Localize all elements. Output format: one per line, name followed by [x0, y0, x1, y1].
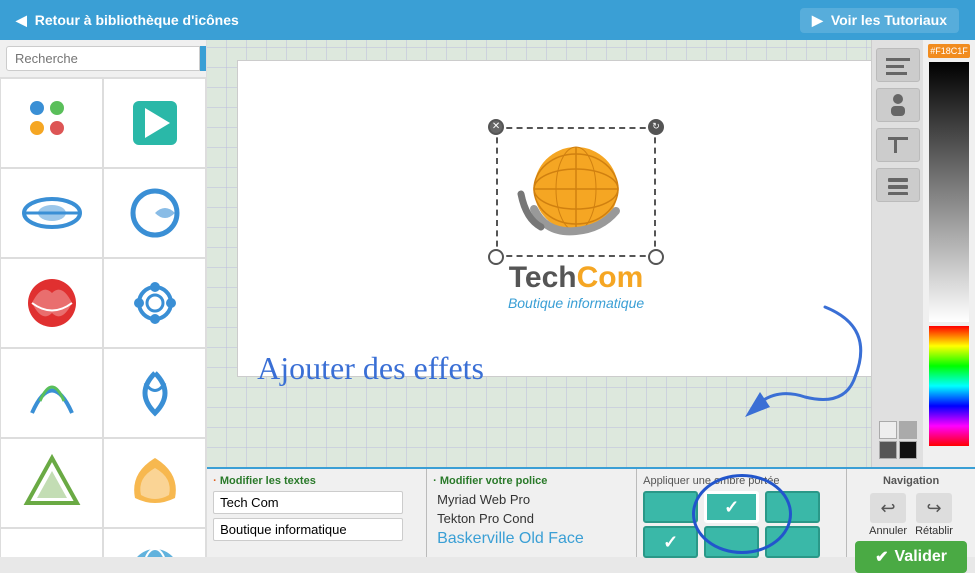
shadow-option-4[interactable] [643, 526, 698, 558]
list-item[interactable] [103, 78, 206, 168]
validate-label: Valider [895, 548, 947, 566]
color-hex-display[interactable]: #F18C1F [928, 44, 970, 58]
undo-label: Annuler [869, 525, 907, 537]
logo-text: Tech Com Boutique informatique [508, 261, 644, 311]
search-button[interactable]: 🔍 [200, 46, 207, 71]
list-item[interactable] [0, 258, 103, 348]
align-tool-button[interactable] [876, 48, 920, 82]
undo-button[interactable]: ↩ Annuler [869, 493, 907, 537]
text-boutique: Boutique informatique [508, 295, 644, 311]
text-tool-button[interactable] [876, 128, 920, 162]
icon-sidebar: 🔍 [0, 40, 207, 557]
main-layout: 🔍 [0, 40, 975, 557]
person-icon [886, 93, 910, 117]
list-item[interactable] [0, 168, 103, 258]
list-item[interactable] [0, 528, 103, 557]
font-section: · Modifier votre police Myriad Web Pro T… [427, 469, 637, 557]
edit-texts-label: Modifier les textes [220, 475, 316, 487]
shadow-option-5[interactable] [704, 526, 759, 558]
tools-panel [871, 40, 923, 467]
handle-br[interactable] [648, 249, 664, 265]
add-effects-label: Ajouter des effets [257, 350, 484, 387]
list-item[interactable] [103, 348, 206, 438]
back-label: Retour à bibliothèque d'icônes [35, 12, 239, 28]
center-panel: ✕ ↻ Tech Com Boutique informatique [207, 40, 975, 557]
layers-tool-button[interactable] [876, 168, 920, 202]
bottom-bar: · Modifier les textes · Modifier votre p… [207, 467, 975, 557]
list-item[interactable] [0, 438, 103, 528]
text-icon [886, 133, 910, 157]
tutorials-label: Voir les Tutoriaux [831, 12, 947, 28]
handle-rotate[interactable]: ↻ [648, 119, 664, 135]
shadow-option-1[interactable] [643, 491, 698, 523]
person-tool-button[interactable] [876, 88, 920, 122]
text-input-2[interactable] [213, 518, 403, 541]
shadow-title: Appliquer une ombre portée [643, 475, 840, 487]
validate-checkmark: ✔ [875, 547, 888, 567]
edit-texts-title: · Modifier les textes [213, 475, 420, 487]
text-input-1[interactable] [213, 491, 403, 514]
layers-icon [886, 175, 910, 195]
font-item-baskerville[interactable]: Baskerville Old Face [433, 529, 630, 549]
search-bar: 🔍 [0, 40, 206, 78]
handle-tl[interactable]: ✕ [488, 119, 504, 135]
undo-icon: ↩ [870, 493, 906, 523]
text-edit-section: · Modifier les textes [207, 469, 427, 557]
color-swatch-gray[interactable] [899, 421, 917, 439]
list-item[interactable] [103, 258, 206, 348]
selected-icon[interactable]: ✕ ↻ [496, 127, 656, 257]
logo-preview: ✕ ↻ Tech Com Boutique informatique [496, 127, 656, 311]
header: ◀ Retour à bibliothèque d'icônes ▶ Voir … [0, 0, 975, 40]
back-button[interactable]: ◀ Retour à bibliothèque d'icônes [16, 12, 239, 29]
nav-buttons: ↩ Annuler ↪ Rétablir [869, 493, 953, 537]
shadow-option-6[interactable] [765, 526, 820, 558]
selection-box [496, 127, 656, 257]
black-white-gradient[interactable] [929, 62, 969, 322]
tutorials-button[interactable]: ▶ Voir les Tutoriaux [800, 8, 959, 33]
text-inputs [213, 491, 420, 541]
redo-icon: ↪ [916, 493, 952, 523]
color-grid [879, 421, 917, 459]
redo-label: Rétablir [915, 525, 953, 537]
handle-bl[interactable] [488, 249, 504, 265]
shadow-grid [643, 491, 823, 558]
shadow-option-3[interactable] [765, 491, 820, 523]
list-item[interactable] [103, 168, 206, 258]
color-swatch-black[interactable] [899, 441, 917, 459]
list-item[interactable] [0, 78, 103, 168]
validate-button[interactable]: ✔ Valider [855, 541, 967, 573]
back-icon: ◀ [16, 12, 27, 29]
font-list: Myriad Web Pro Tekton Pro Cond Baskervil… [433, 491, 630, 551]
search-input[interactable] [6, 46, 200, 71]
align-icon [886, 55, 910, 75]
font-title: · Modifier votre police [433, 475, 630, 487]
color-panel: #F18C1F [923, 40, 975, 467]
shadow-section: Appliquer une ombre portée [637, 469, 847, 557]
list-item[interactable] [103, 438, 206, 528]
shadow-option-2[interactable] [704, 491, 759, 523]
canvas-wrapper: ✕ ↻ Tech Com Boutique informatique [207, 40, 975, 467]
color-swatch-white[interactable] [879, 421, 897, 439]
font-item-myriad[interactable]: Myriad Web Pro [433, 491, 630, 508]
icon-grid [0, 78, 206, 557]
color-swatch-darkgray[interactable] [879, 441, 897, 459]
list-item[interactable] [103, 528, 206, 557]
nav-title: Navigation [883, 475, 939, 487]
color-spectrum[interactable] [929, 326, 969, 446]
list-item[interactable] [0, 348, 103, 438]
edit-texts-bullet: · [213, 475, 220, 487]
text-com: Com [577, 261, 644, 295]
font-item-tekton[interactable]: Tekton Pro Cond [433, 510, 630, 527]
nav-section: Navigation ↩ Annuler ↪ Rétablir ✔ Valide… [847, 469, 975, 557]
redo-button[interactable]: ↪ Rétablir [915, 493, 953, 537]
video-icon: ▶ [812, 12, 823, 29]
text-tech: Tech [509, 261, 577, 295]
